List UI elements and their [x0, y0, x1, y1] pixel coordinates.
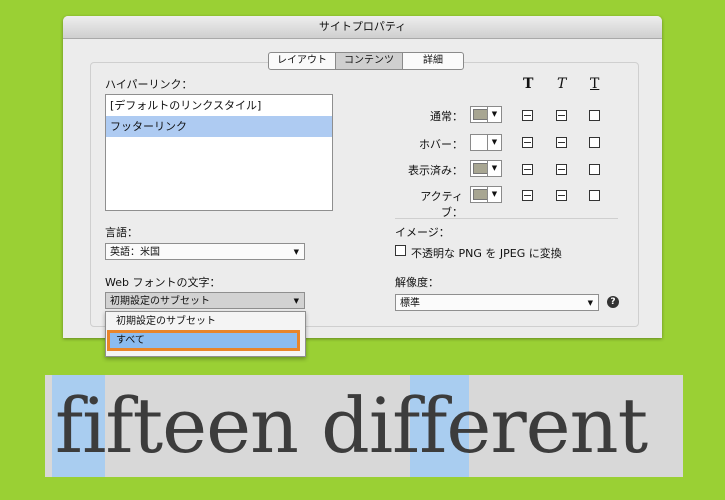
web-fonts-label: Web フォントの文字：: [105, 276, 221, 289]
normal-color-picker[interactable]: ▼: [470, 106, 502, 123]
active-bold-checkbox[interactable]: [522, 190, 533, 201]
hover-italic-checkbox[interactable]: [556, 137, 567, 148]
normal-underline-checkbox[interactable]: [589, 110, 600, 121]
active-color-picker[interactable]: ▼: [470, 186, 502, 203]
image-label: イメージ：: [395, 226, 450, 239]
language-label: 言語：: [105, 226, 138, 239]
normal-bold-checkbox[interactable]: [522, 110, 533, 121]
state-active-label: アクティブ：: [420, 190, 463, 219]
demo-text: fifteen different: [55, 381, 648, 470]
active-underline-checkbox[interactable]: [589, 190, 600, 201]
tab-bar: レイアウト コンテンツ 詳細: [268, 52, 464, 70]
dropdown-option-default-subset[interactable]: 初期設定のサブセット: [106, 312, 305, 332]
state-hover-label: ホバー：: [419, 138, 463, 151]
hover-underline-checkbox[interactable]: [589, 137, 600, 148]
list-item-selected[interactable]: フッターリンク: [106, 116, 332, 137]
normal-italic-checkbox[interactable]: [556, 110, 567, 121]
web-fonts-value: 初期設定のサブセット: [110, 296, 210, 307]
ligature-demo: fifteen different: [45, 375, 683, 477]
state-visited-label: 表示済み：: [408, 164, 463, 177]
dialog-title: サイトプロパティ: [63, 16, 662, 39]
chevron-down-icon: ▼: [587, 299, 593, 307]
hover-bold-checkbox[interactable]: [522, 137, 533, 148]
visited-italic-checkbox[interactable]: [556, 164, 567, 175]
visited-underline-checkbox[interactable]: [589, 164, 600, 175]
png-to-jpeg-label: 不透明な PNG を JPEG に変換: [411, 247, 562, 260]
list-item[interactable]: [デフォルトのリンクスタイル]: [106, 95, 332, 116]
tab-layout[interactable]: レイアウト: [269, 53, 336, 69]
state-normal-label: 通常：: [430, 110, 463, 123]
visited-bold-checkbox[interactable]: [522, 164, 533, 175]
resolution-label: 解像度：: [395, 276, 439, 289]
bold-icon: T: [523, 76, 534, 92]
underline-icon: T: [590, 76, 600, 92]
visited-color-picker[interactable]: ▼: [470, 160, 502, 177]
language-select[interactable]: 英語：米国 ▼: [105, 243, 305, 260]
site-properties-dialog: サイトプロパティ レイアウト コンテンツ 詳細 ハイパーリンク： [デフォルトの…: [63, 16, 662, 338]
hyperlink-style-list[interactable]: [デフォルトのリンクスタイル] フッターリンク: [105, 94, 333, 211]
italic-icon: T: [557, 76, 567, 92]
png-to-jpeg-checkbox[interactable]: [395, 245, 406, 256]
language-value: 英語：米国: [110, 247, 160, 258]
resolution-value: 標準: [400, 298, 420, 309]
chevron-down-icon: ▼: [293, 297, 299, 305]
tab-content[interactable]: コンテンツ: [336, 53, 403, 69]
dropdown-option-all[interactable]: すべて: [106, 331, 296, 351]
chevron-down-icon: ▼: [293, 248, 299, 256]
resolution-select[interactable]: 標準 ▼: [395, 294, 599, 311]
help-icon[interactable]: ?: [607, 296, 619, 308]
tab-details[interactable]: 詳細: [403, 53, 463, 69]
active-italic-checkbox[interactable]: [556, 190, 567, 201]
hyperlinks-label: ハイパーリンク：: [105, 78, 193, 91]
web-fonts-select[interactable]: 初期設定のサブセット ▼: [105, 292, 305, 309]
divider: [395, 218, 618, 219]
hover-color-picker[interactable]: ▼: [470, 134, 502, 151]
